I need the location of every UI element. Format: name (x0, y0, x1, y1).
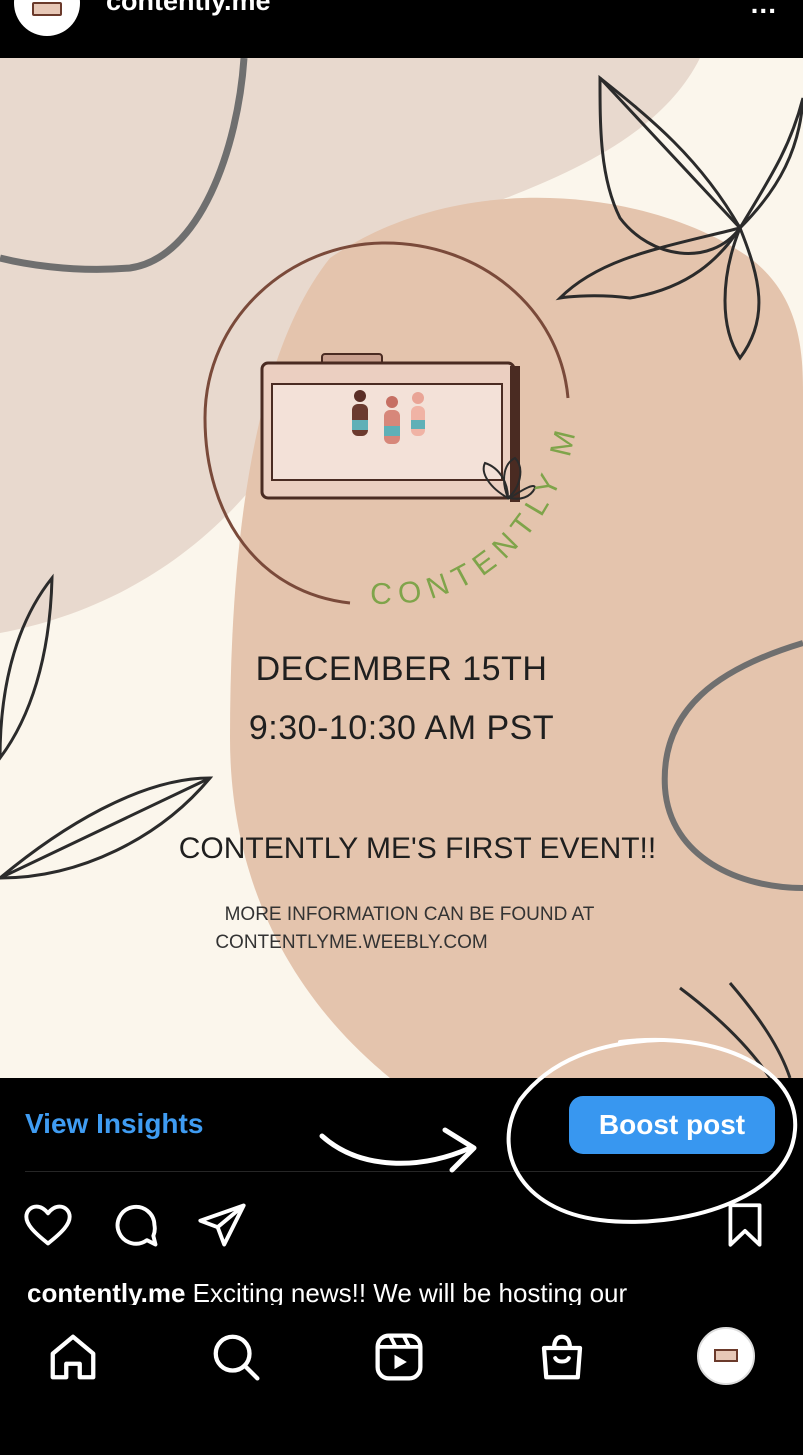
post-caption: contently.me Exciting news!! We will be … (27, 1278, 787, 1308)
bookmark-icon[interactable] (720, 1199, 770, 1251)
profile-avatar-nav[interactable] (697, 1327, 755, 1385)
heart-icon[interactable] (22, 1199, 74, 1251)
event-date: DECEMBER 15TH (255, 650, 548, 688)
shop-icon[interactable] (535, 1330, 589, 1384)
home-icon[interactable] (46, 1330, 100, 1384)
profile-avatar[interactable] (14, 0, 80, 36)
post-username[interactable]: contently.me (106, 0, 271, 17)
reels-icon[interactable] (372, 1330, 426, 1384)
post-header: contently.me ... (0, 0, 803, 58)
event-title: CONTENTLY ME'S FIRST EVENT!! (178, 832, 657, 865)
caption-text: Exciting news!! We will be hosting our (185, 1278, 628, 1308)
info-text: MORE INFORMATION CAN BE FOUND AT (224, 904, 595, 925)
event-time: 9:30-10:30 AM PST (248, 709, 555, 747)
info-url: CONTENTLYME.WEEBLY.COM (215, 932, 488, 953)
more-options-icon[interactable]: ... (751, 0, 777, 20)
search-icon[interactable] (209, 1330, 263, 1384)
svg-text:CONTENTLY ME: CONTENTLY ME (0, 58, 584, 611)
caption-username[interactable]: contently.me (27, 1278, 185, 1308)
comment-icon[interactable] (110, 1199, 162, 1251)
share-icon[interactable] (196, 1199, 248, 1251)
post-image[interactable]: CONTENTLY ME DECEMBER 15TH 9:30-10:30 AM… (0, 58, 803, 1078)
